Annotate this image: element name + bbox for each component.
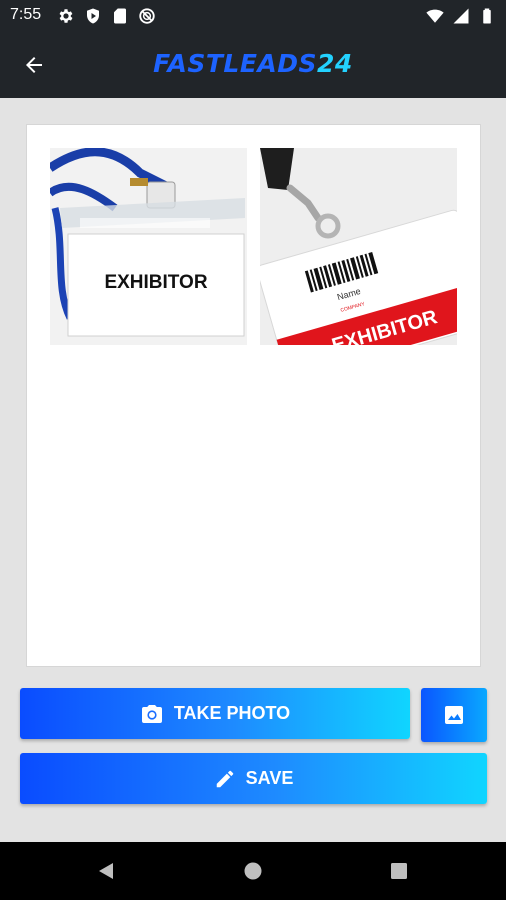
camera-icon [141, 704, 162, 723]
gear-icon [59, 9, 73, 23]
back-triangle-icon [99, 863, 113, 879]
pencil-icon [216, 770, 233, 787]
wifi-icon [426, 9, 444, 23]
recents-square-icon [391, 863, 407, 879]
brand-main: FASTLEADS [153, 49, 318, 78]
sd-card-icon [114, 8, 126, 24]
image-icon [445, 706, 463, 724]
gallery-button[interactable] [421, 688, 487, 742]
badge-1-label: EXHIBITOR [104, 272, 207, 293]
no-entry-icon [139, 8, 155, 24]
photo-card: EXHIBITOR Name COMPANY EXHIBITOR [26, 124, 481, 667]
home-circle-icon [244, 862, 262, 880]
save-label: SAVE [245, 768, 294, 788]
nav-recents-button[interactable] [387, 859, 411, 883]
nav-back-button[interactable] [94, 859, 118, 883]
battery-icon [483, 8, 491, 24]
signal-icon [453, 8, 469, 24]
status-icons-right [426, 7, 496, 25]
badge-photo-barcode[interactable]: Name COMPANY EXHIBITOR [260, 148, 457, 345]
play-shield-icon [87, 8, 99, 24]
status-bar: 7:55 [0, 0, 506, 32]
app-toolbar: FASTLEADS24 [0, 32, 506, 98]
nav-home-button[interactable] [241, 859, 265, 883]
take-photo-label: TAKE PHOTO [173, 703, 291, 723]
badge-photo-lanyard[interactable]: EXHIBITOR [50, 148, 247, 345]
status-icons-left [57, 7, 156, 25]
system-nav-bar [0, 842, 506, 900]
brand-logo: FASTLEADS24 [0, 49, 506, 78]
status-time: 7:55 [10, 6, 42, 23]
save-button[interactable]: SAVE [20, 753, 487, 804]
take-photo-button[interactable]: TAKE PHOTO [20, 688, 410, 739]
brand-number: 24 [317, 49, 353, 78]
